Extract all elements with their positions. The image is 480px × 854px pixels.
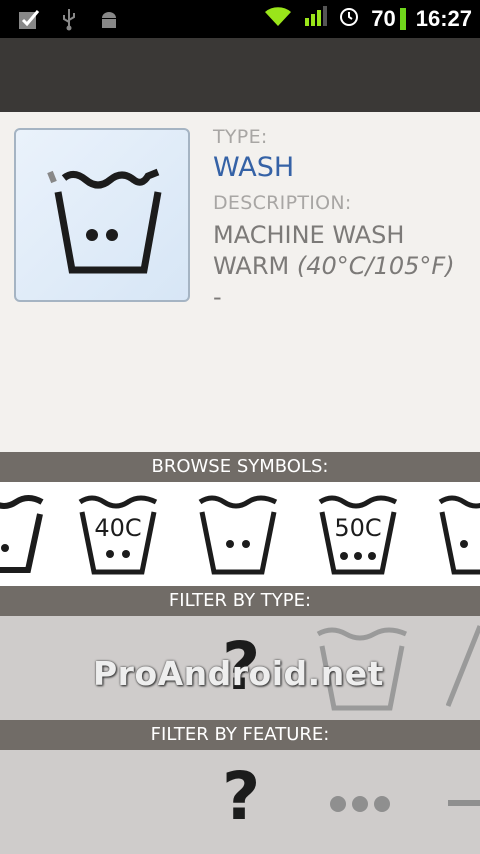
watermark: ProAndroid.net: [93, 654, 384, 693]
browse-symbols-strip[interactable]: 40C 50C: [0, 482, 480, 586]
battery-icon: [399, 7, 406, 30]
description-text: MACHINE WASH WARM (40°C/105°F) -: [213, 220, 473, 313]
symbol-detail: TYPE: WASH DESCRIPTION: MACHINE WASH WAR…: [0, 112, 480, 452]
filter-feature-line-icon[interactable]: [448, 798, 480, 810]
wash-tub-one-dot-partial-icon[interactable]: [0, 490, 50, 580]
status-right: 70 16:27: [263, 4, 472, 33]
signal-icon: [303, 4, 328, 33]
type-value: WASH: [213, 152, 295, 183]
usb-icon: [56, 6, 82, 32]
wash-40c-icon[interactable]: 40C: [72, 490, 164, 580]
description-extra: -: [213, 283, 222, 311]
filter-feature-unknown[interactable]: ?: [222, 758, 260, 835]
wash-50c-label: 50C: [334, 514, 381, 542]
wash-tub-two-dots-icon: [47, 168, 162, 274]
description-temp: (40°C/105°F): [296, 252, 455, 280]
status-left-icons: [16, 6, 122, 32]
description-label: DESCRIPTION:: [213, 192, 352, 214]
filter-type-bleach-icon[interactable]: [446, 622, 480, 714]
action-bar: [0, 38, 480, 112]
filter-feature-dots-icon[interactable]: [326, 792, 396, 816]
browse-symbols-header: BROWSE SYMBOLS:: [0, 452, 480, 482]
selected-symbol-tile[interactable]: [14, 128, 190, 302]
status-bar: 70 16:27: [0, 0, 480, 38]
filter-by-feature-header: FILTER BY FEATURE:: [0, 720, 480, 750]
clock: 16:27: [415, 5, 472, 31]
battery-level: 70: [371, 5, 396, 31]
wifi-icon: [263, 4, 293, 33]
android-icon: [96, 6, 122, 32]
wash-50c-icon[interactable]: 50C: [312, 490, 404, 580]
filter-by-feature-strip[interactable]: ?: [0, 750, 480, 854]
wash-two-dots-icon[interactable]: [192, 490, 284, 580]
filter-by-type-header: FILTER BY TYPE:: [0, 586, 480, 616]
checkbox-icon: [16, 6, 42, 32]
alarm-icon: [337, 4, 361, 33]
wash-partial-icon[interactable]: [432, 490, 480, 580]
type-label: TYPE:: [213, 126, 268, 148]
wash-40c-label: 40C: [94, 514, 141, 542]
